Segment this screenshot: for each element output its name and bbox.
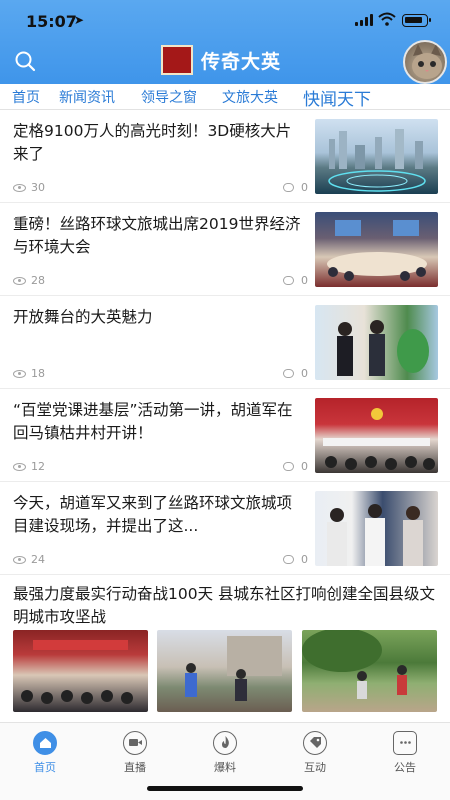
- comment-icon: [283, 369, 294, 378]
- eye-icon: [13, 183, 26, 192]
- news-title: 今天，胡道军又来到了丝路环球文旅城项目建设现场，并提出了这...: [13, 494, 293, 535]
- view-count: 24: [13, 553, 45, 566]
- nav-live[interactable]: 直播: [105, 731, 165, 775]
- category-tabs: 首页 新闻资讯 领导之窗 文旅大英 快闻天下: [0, 84, 450, 110]
- news-title: 重磅！丝路环球文旅城出席2019世界经济与环境大会: [13, 215, 301, 256]
- home-indicator: [147, 786, 303, 791]
- nav-tips[interactable]: 爆料: [195, 731, 255, 775]
- tab-culture-tourism[interactable]: 文旅大英: [222, 87, 278, 107]
- search-icon[interactable]: [14, 50, 36, 72]
- nav-home[interactable]: 首页: [15, 731, 75, 775]
- news-item[interactable]: “百堂党课进基层”活动第一讲，胡道军在回马镇枯井村开讲！ 12 0: [0, 389, 450, 482]
- news-title: 定格9100万人的高光时刻！3D硬核大片来了: [13, 122, 292, 163]
- news-item[interactable]: 今天，胡道军又来到了丝路环球文旅城项目建设现场，并提出了这... 24 0: [0, 482, 450, 575]
- news-thumbnail: [315, 119, 438, 194]
- view-count: 28: [13, 274, 45, 287]
- eye-icon: [13, 276, 26, 285]
- home-icon: [33, 731, 57, 755]
- cellular-signal-icon: [355, 14, 373, 26]
- tab-home[interactable]: 首页: [12, 87, 40, 107]
- app-title: 传奇大英: [201, 51, 282, 73]
- news-thumbnail: [315, 491, 438, 566]
- comment-icon: [283, 462, 294, 471]
- view-count: 30: [13, 181, 45, 194]
- announcement-icon: [393, 731, 417, 755]
- status-time: 15:07: [26, 12, 77, 31]
- comment-count: 0: [283, 367, 308, 380]
- cat-avatar-icon: [412, 44, 442, 79]
- tab-world-news[interactable]: 快闻天下: [303, 85, 371, 110]
- battery-icon: [402, 14, 431, 27]
- eye-icon: [13, 555, 26, 564]
- news-thumbnail: [315, 398, 438, 473]
- comment-icon: [283, 276, 294, 285]
- news-thumbnail: [315, 212, 438, 287]
- news-item[interactable]: 开放舞台的大英魅力 18 0: [0, 296, 450, 389]
- app-logo: [161, 45, 193, 75]
- news-item[interactable]: 重磅！丝路环球文旅城出席2019世界经济与环境大会 28 0: [0, 203, 450, 296]
- eye-icon: [13, 462, 26, 471]
- news-title: 开放舞台的大英魅力: [13, 308, 153, 326]
- news-thumbnail: [13, 630, 148, 712]
- news-thumbnail: [302, 630, 437, 712]
- comment-count: 0: [283, 553, 308, 566]
- news-thumbnail: [157, 630, 292, 712]
- location-arrow-icon: ➤: [74, 13, 85, 27]
- nav-interact[interactable]: 互动: [285, 731, 345, 775]
- comment-count: 0: [283, 274, 308, 287]
- app-header: 15:07 ➤ 传奇大英: [0, 0, 450, 84]
- news-thumbnail: [315, 305, 438, 380]
- nav-announcement[interactable]: 公告: [375, 731, 435, 775]
- news-item[interactable]: 定格9100万人的高光时刻！3D硬核大片来了 30 0: [0, 110, 450, 203]
- tab-leaders[interactable]: 领导之窗: [141, 87, 197, 107]
- video-icon: [123, 731, 147, 755]
- status-bar: 15:07 ➤: [0, 0, 450, 40]
- view-count: 12: [13, 460, 45, 473]
- flame-icon: [213, 731, 237, 755]
- comment-count: 0: [283, 181, 308, 194]
- comment-icon: [283, 183, 294, 192]
- comment-icon: [283, 555, 294, 564]
- tag-icon: [303, 731, 327, 755]
- news-feed: 定格9100万人的高光时刻！3D硬核大片来了 30 0 重磅！丝路环球文旅城出席…: [0, 110, 450, 722]
- tab-news[interactable]: 新闻资讯: [59, 87, 115, 107]
- wifi-icon: [378, 12, 396, 26]
- news-item-multi-image[interactable]: 最强力度最实行动奋战100天 县城东社区打响创建全国县级文明城市攻坚战: [0, 575, 450, 722]
- view-count: 18: [13, 367, 45, 380]
- news-title: “百堂党课进基层”活动第一讲，胡道军在回马镇枯井村开讲！: [13, 401, 293, 442]
- user-avatar[interactable]: [403, 40, 447, 84]
- news-title: 最强力度最实行动奋战100天 县城东社区打响创建全国县级文明城市攻坚战: [13, 585, 436, 626]
- eye-icon: [13, 369, 26, 378]
- comment-count: 0: [283, 460, 308, 473]
